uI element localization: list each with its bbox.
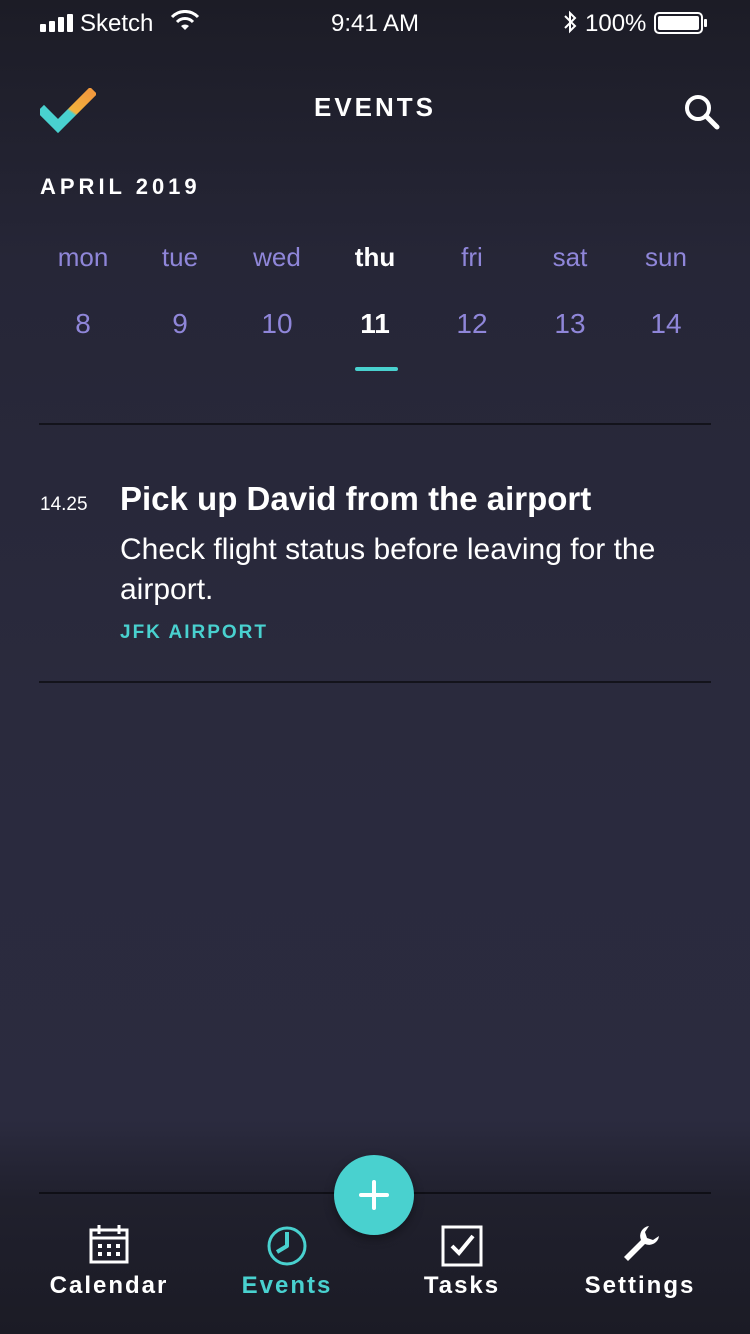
weekday-sun[interactable]: sun — [616, 242, 716, 273]
plus-icon — [359, 1180, 389, 1210]
tab-events-label: Events — [241, 1272, 333, 1299]
weekday-tue[interactable]: tue — [130, 242, 230, 273]
weekday-mon[interactable]: mon — [33, 242, 133, 273]
bluetooth-icon — [564, 10, 577, 34]
event-time: 14.25 — [40, 494, 88, 515]
date-8[interactable]: 8 — [33, 308, 133, 340]
weekday-fri[interactable]: fri — [422, 242, 522, 273]
divider — [39, 423, 711, 425]
weekday-wed[interactable]: wed — [227, 242, 327, 273]
battery-icon — [654, 12, 707, 34]
date-9[interactable]: 9 — [130, 308, 230, 340]
tab-tasks-label: Tasks — [423, 1272, 501, 1299]
status-bar: Sketch 9:41 AM 100% — [0, 0, 750, 48]
checkbox-icon — [441, 1225, 483, 1267]
date-11-selected[interactable]: 11 — [325, 308, 425, 340]
clock-icon — [267, 1226, 307, 1266]
tab-calendar-label: Calendar — [49, 1272, 169, 1299]
date-14[interactable]: 14 — [616, 308, 716, 340]
tab-settings-label: Settings — [584, 1272, 696, 1299]
battery-percent: 100% — [585, 10, 647, 37]
date-13[interactable]: 13 — [520, 308, 620, 340]
month-label: APRIL 2019 — [40, 174, 201, 199]
page-title: EVENTS — [313, 92, 437, 122]
weekday-sat[interactable]: sat — [520, 242, 620, 273]
tab-settings[interactable]: Settings — [550, 1220, 730, 1300]
tab-events[interactable]: Events — [197, 1220, 377, 1300]
event-title: Pick up David from the airport — [120, 480, 592, 517]
event-location: JFK AIRPORT — [120, 622, 268, 643]
search-icon[interactable] — [683, 93, 721, 131]
date-12[interactable]: 12 — [422, 308, 522, 340]
tab-calendar[interactable]: Calendar — [19, 1220, 199, 1300]
divider — [39, 681, 711, 683]
weekday-thu[interactable]: thu — [325, 242, 425, 273]
calendar-icon — [89, 1225, 129, 1264]
wrench-icon — [624, 1226, 659, 1261]
date-10[interactable]: 10 — [227, 308, 327, 340]
event-description: Check flight status before leaving for t… — [120, 533, 656, 606]
selected-day-indicator — [355, 367, 398, 371]
tab-tasks[interactable]: Tasks — [372, 1220, 552, 1300]
